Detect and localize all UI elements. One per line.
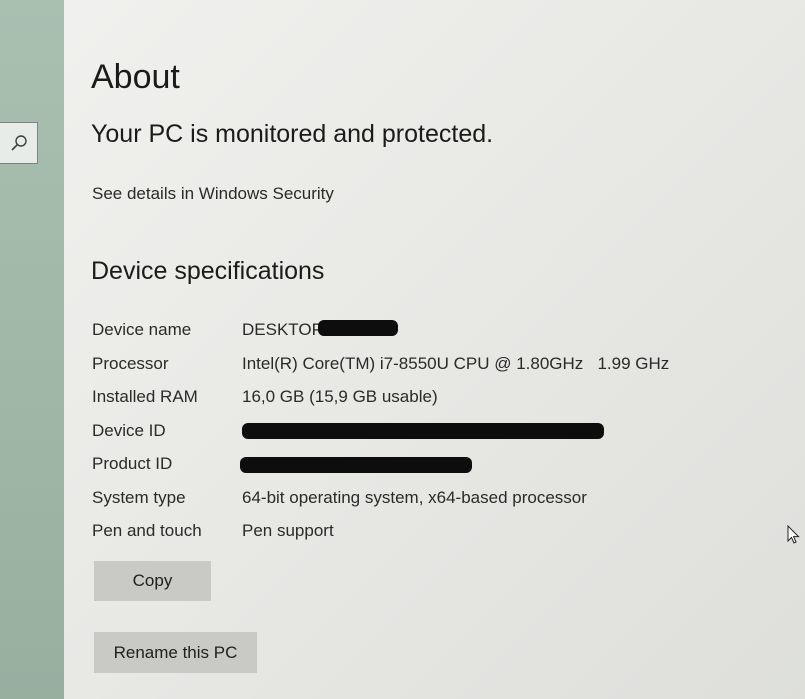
- spec-value: Pen support: [242, 521, 334, 540]
- spec-value: Intel(R) Core(TM) i7-8550U CPU @ 1.80GHz…: [242, 353, 670, 373]
- mouse-pointer-icon: [787, 525, 800, 544]
- spec-value: 64-bit operating system, x64-based proce…: [242, 487, 587, 507]
- navigation-pane: [0, 0, 64, 699]
- redaction-mark: [242, 422, 604, 439]
- spec-label: System type: [92, 487, 186, 507]
- spec-value: DESKTOP: [242, 320, 323, 339]
- spec-row-device-name: Device name DESKTOP: [92, 317, 772, 351]
- spec-label: Installed RAM: [92, 387, 198, 406]
- spec-label: Pen and touch: [92, 521, 202, 540]
- redaction-mark: [240, 457, 472, 473]
- about-page: About Your PC is monitored and protected…: [64, 0, 805, 699]
- device-specifications-heading: Device specifications: [91, 257, 325, 285]
- spec-row-pen-and-touch: Pen and touch Pen support: [92, 518, 772, 552]
- spec-label: Device name: [92, 320, 192, 339]
- search-button[interactable]: [0, 122, 38, 164]
- spec-row-device-id: Device ID: [92, 418, 772, 452]
- rename-pc-button[interactable]: Rename this PC: [94, 632, 257, 673]
- search-icon: [10, 135, 27, 151]
- redaction-mark: [318, 320, 398, 336]
- spec-value: 16,0 GB (15,9 GB usable): [242, 387, 438, 406]
- windows-security-link[interactable]: See details in Windows Security: [92, 184, 334, 204]
- spec-label: Device ID: [92, 420, 166, 440]
- page-title: About: [91, 58, 180, 96]
- spec-label: Product ID: [92, 454, 173, 473]
- spec-row-system-type: System type 64-bit operating system, x64…: [92, 485, 772, 519]
- device-specifications-list: Device name DESKTOP Processor Intel(R) C…: [92, 317, 772, 552]
- settings-window: About Your PC is monitored and protected…: [0, 0, 805, 699]
- spec-label: Processor: [92, 353, 169, 373]
- copy-button[interactable]: Copy: [94, 561, 211, 601]
- spec-row-product-id: Product ID: [92, 451, 772, 485]
- spec-row-installed-ram: Installed RAM 16,0 GB (15,9 GB usable): [92, 384, 772, 418]
- protection-status: Your PC is monitored and protected.: [91, 120, 494, 148]
- spec-row-processor: Processor Intel(R) Core(TM) i7-8550U CPU…: [92, 351, 772, 385]
